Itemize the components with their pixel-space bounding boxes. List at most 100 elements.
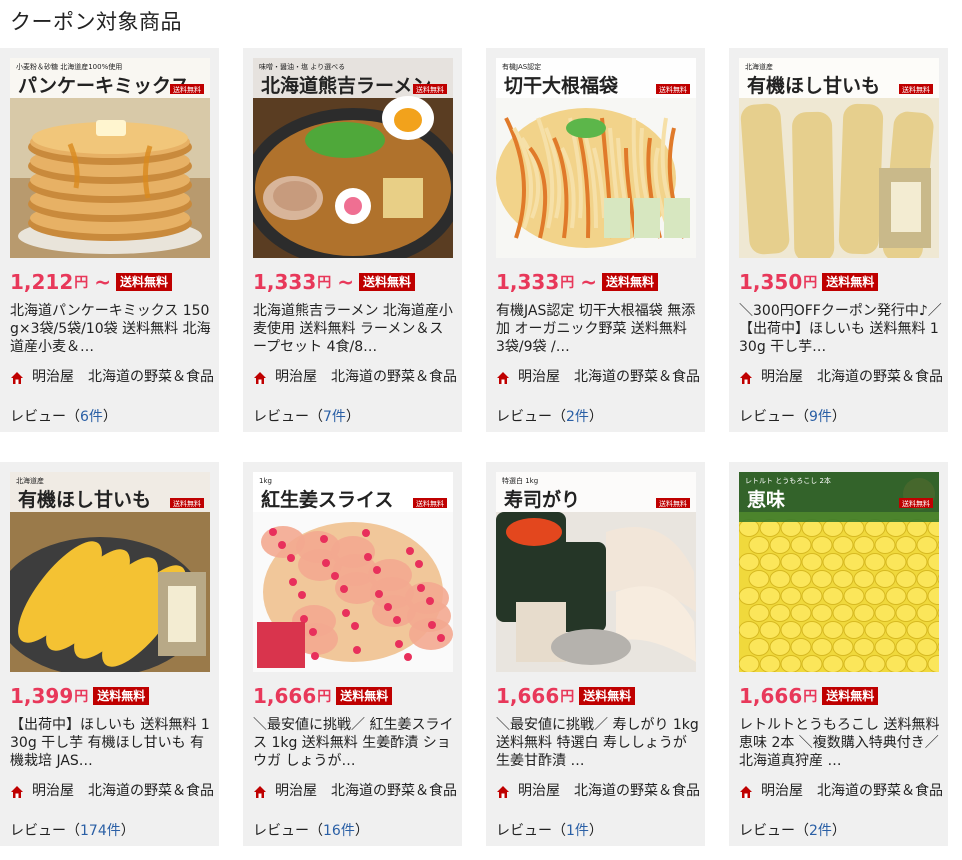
shop-name[interactable]: 明治屋 北海道の野菜＆食品 [275,783,457,799]
product-title-link[interactable]: 北海道熊吉ラーメン 北海道産小麦使用 送料無料 ラーメン＆スープセット 4食/8… [253,302,457,356]
price: 1,399 [10,684,74,708]
product-title-link[interactable]: 北海道パンケーキミックス 150g×3袋/5袋/10袋 送料無料 北海道産小麦＆… [10,302,214,356]
product-card[interactable]: 有機JAS認定 切干大根福袋 送料無料 1,333 円 ~ 送料無料 有機JAS… [486,48,705,432]
review-link[interactable]: レビュー（9件） [739,406,846,426]
image-shipping-tag: 送料無料 [416,499,444,508]
shop-name[interactable]: 明治屋 北海道の野菜＆食品 [32,369,214,385]
image-sub-label: レトルト とうもろこし 2本 [745,476,831,485]
price-from-mark: ~ [94,270,112,294]
product-title-link[interactable]: レトルトとうもろこし 送料無料 恵味 2本 ＼複数購入特典付き／ 北海道真狩産 … [739,716,943,770]
price: 1,666 [739,684,803,708]
product-image[interactable]: 1kg 紅生姜スライス 送料無料 [253,472,453,672]
review-count[interactable]: 9件 [809,409,832,425]
image-sub-label: 北海道産 [16,476,44,485]
shop-name[interactable]: 明治屋 北海道の野菜＆食品 [761,783,943,799]
product-image[interactable]: 北海道産 有機ほし甘いも 送料無料 [10,472,210,672]
image-shipping-tag: 送料無料 [173,499,201,508]
shop-link[interactable]: 明治屋 北海道の野菜＆食品 [496,369,700,385]
product-image[interactable]: 有機JAS認定 切干大根福袋 送料無料 [496,58,696,258]
price-row: 1,666 円 送料無料 [496,684,636,708]
review-close: ） [831,409,846,425]
review-count[interactable]: 6件 [80,409,103,425]
product-card[interactable]: レトルト とうもろこし 2本 恵味 送料無料 1,666 円 送料無料 レトルト… [729,462,948,846]
shop-house-icon [254,372,266,384]
product-image[interactable]: 小麦粉＆砂糖 北海道産100%使用 パンケーキミックス 送料無料 [10,58,210,258]
shop-link[interactable]: 明治屋 北海道の野菜＆食品 [10,369,214,385]
product-card[interactable]: 北海道産 有機ほし甘いも 送料無料 1,399 円 送料無料 【出荷中】ほしいも… [0,462,219,846]
review-label: レビュー（ [253,823,323,839]
product-image[interactable]: 特選白 1kg 寿司がり 送料無料 [496,472,696,672]
shop-house-icon [497,786,509,798]
price-unit: 円 [74,275,89,291]
review-link[interactable]: レビュー（7件） [253,406,360,426]
price-row: 1,212 円 ~ 送料無料 [10,270,173,294]
shop-name[interactable]: 明治屋 北海道の野菜＆食品 [518,369,700,385]
shop-link[interactable]: 明治屋 北海道の野菜＆食品 [496,783,700,799]
shop-house-icon [254,786,266,798]
product-image[interactable]: 北海道産 有機ほし甘いも 送料無料 [739,58,939,258]
product-title-link[interactable]: 有機JAS認定 切干大根福袋 無添加 オーガニック野菜 送料無料 3袋/9袋 /… [496,302,700,356]
shop-link[interactable]: 明治屋 北海道の野菜＆食品 [10,783,214,799]
price: 1,333 [253,270,317,294]
product-title-link[interactable]: ＼最安値に挑戦／ 寿しがり 1kg 送料無料 特選白 寿ししょうが 生姜甘酢漬 … [496,716,700,770]
review-count[interactable]: 2件 [809,823,832,839]
image-shipping-tag: 送料無料 [659,499,687,508]
product-title-link[interactable]: ＼最安値に挑戦／ 紅生姜スライス 1kg 送料無料 生姜酢漬 ショウガ しょうが… [253,716,457,770]
shop-name[interactable]: 明治屋 北海道の野菜＆食品 [518,783,700,799]
shop-link[interactable]: 明治屋 北海道の野菜＆食品 [253,369,457,385]
image-caption: 北海道熊吉ラーメン [261,74,431,97]
shop-house-icon [497,372,509,384]
free-shipping-badge: 送料無料 [822,687,879,705]
review-label: レビュー（ [10,823,80,839]
review-label: レビュー（ [10,409,80,425]
shop-name[interactable]: 明治屋 北海道の野菜＆食品 [275,369,457,385]
product-image[interactable]: レトルト とうもろこし 2本 恵味 送料無料 [739,472,939,672]
image-sub-label: 1kg [259,477,272,485]
shop-link[interactable]: 明治屋 北海道の野菜＆食品 [253,783,457,799]
review-label: レビュー（ [253,409,323,425]
image-shipping-tag: 送料無料 [416,85,444,94]
price-unit: 円 [560,275,575,291]
review-link[interactable]: レビュー（6件） [10,406,117,426]
image-caption: 寿司がり [504,488,580,511]
product-card[interactable]: 味噌・醤油・塩 より選べる 北海道熊吉ラーメン 送料無料 1,333 円 ~ 送… [243,48,462,432]
shop-link[interactable]: 明治屋 北海道の野菜＆食品 [739,369,943,385]
product-card[interactable]: 小麦粉＆砂糖 北海道産100%使用 パンケーキミックス 送料無料 1,212 円… [0,48,219,432]
price-row: 1,399 円 送料無料 [10,684,150,708]
review-link[interactable]: レビュー（174件） [10,820,135,840]
review-link[interactable]: レビュー（2件） [739,820,846,840]
product-title-link[interactable]: 【出荷中】ほしいも 送料無料 130g 干し芋 有機ほし甘いも 有機栽培 JAS… [10,716,214,770]
review-count[interactable]: 7件 [323,409,346,425]
image-caption: 紅生姜スライス [261,488,393,511]
shop-house-icon [11,372,23,384]
review-count[interactable]: 2件 [566,409,589,425]
image-shipping-tag: 送料無料 [173,85,201,94]
product-card[interactable]: 北海道産 有機ほし甘いも 送料無料 1,350 円 送料無料 ＼300円OFFク… [729,48,948,432]
review-label: レビュー（ [496,823,566,839]
product-image[interactable]: 味噌・醤油・塩 より選べる 北海道熊吉ラーメン 送料無料 [253,58,453,258]
shop-name[interactable]: 明治屋 北海道の野菜＆食品 [761,369,943,385]
free-shipping-badge: 送料無料 [359,273,416,291]
product-card[interactable]: 特選白 1kg 寿司がり 送料無料 1,666 円 送料無料 ＼最安値に挑戦／ … [486,462,705,846]
price-unit: 円 [560,689,575,705]
review-count[interactable]: 16件 [323,823,355,839]
image-shipping-tag: 送料無料 [902,499,930,508]
price-row: 1,666 円 送料無料 [739,684,879,708]
free-shipping-badge: 送料無料 [116,273,173,291]
review-link[interactable]: レビュー（2件） [496,406,603,426]
free-shipping-badge: 送料無料 [822,273,879,291]
review-link[interactable]: レビュー（16件） [253,820,369,840]
product-card[interactable]: 1kg 紅生姜スライス 送料無料 1,666 円 送料無料 ＼最安値に挑戦／ 紅… [243,462,462,846]
price: 1,666 [496,684,560,708]
review-count[interactable]: 174件 [80,823,121,839]
product-title-link[interactable]: ＼300円OFFクーポン発行中♪／【出荷中】ほしいも 送料無料 130g 干し芋… [739,302,943,356]
review-count[interactable]: 1件 [566,823,589,839]
shop-name[interactable]: 明治屋 北海道の野菜＆食品 [32,783,214,799]
image-caption: 恵味 [747,488,785,511]
image-shipping-tag: 送料無料 [902,85,930,94]
image-sub-label: 特選白 1kg [502,476,538,485]
image-sub-label: 小麦粉＆砂糖 北海道産100%使用 [16,62,122,71]
shop-link[interactable]: 明治屋 北海道の野菜＆食品 [739,783,943,799]
review-link[interactable]: レビュー（1件） [496,820,603,840]
shop-house-icon [11,786,23,798]
